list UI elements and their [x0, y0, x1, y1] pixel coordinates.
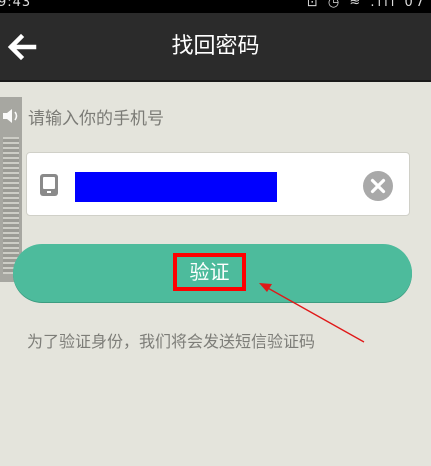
status-indicators: ⊡ ◷ ≈ .ıll 07	[306, 0, 427, 10]
handle-grip	[3, 137, 19, 274]
page-title: 找回密码	[171, 34, 260, 59]
verify-button-label[interactable]: 验证	[173, 253, 246, 291]
sms-note: 为了验证身份，我们将会发送短信验证码	[27, 332, 316, 351]
speaker-icon	[3, 109, 18, 123]
phone-input-box	[26, 152, 410, 216]
status-bar: 9:43 ⊡ ◷ ≈ .ıll 07	[0, 0, 431, 13]
title-bar: 找回密码	[0, 13, 431, 82]
phone-prompt-label: 请输入你的手机号	[28, 109, 164, 129]
mobile-phone-icon	[40, 174, 58, 196]
phone-number-input[interactable]	[75, 172, 277, 202]
status-time: 9:43	[0, 0, 32, 10]
clear-x-icon[interactable]	[363, 171, 393, 201]
